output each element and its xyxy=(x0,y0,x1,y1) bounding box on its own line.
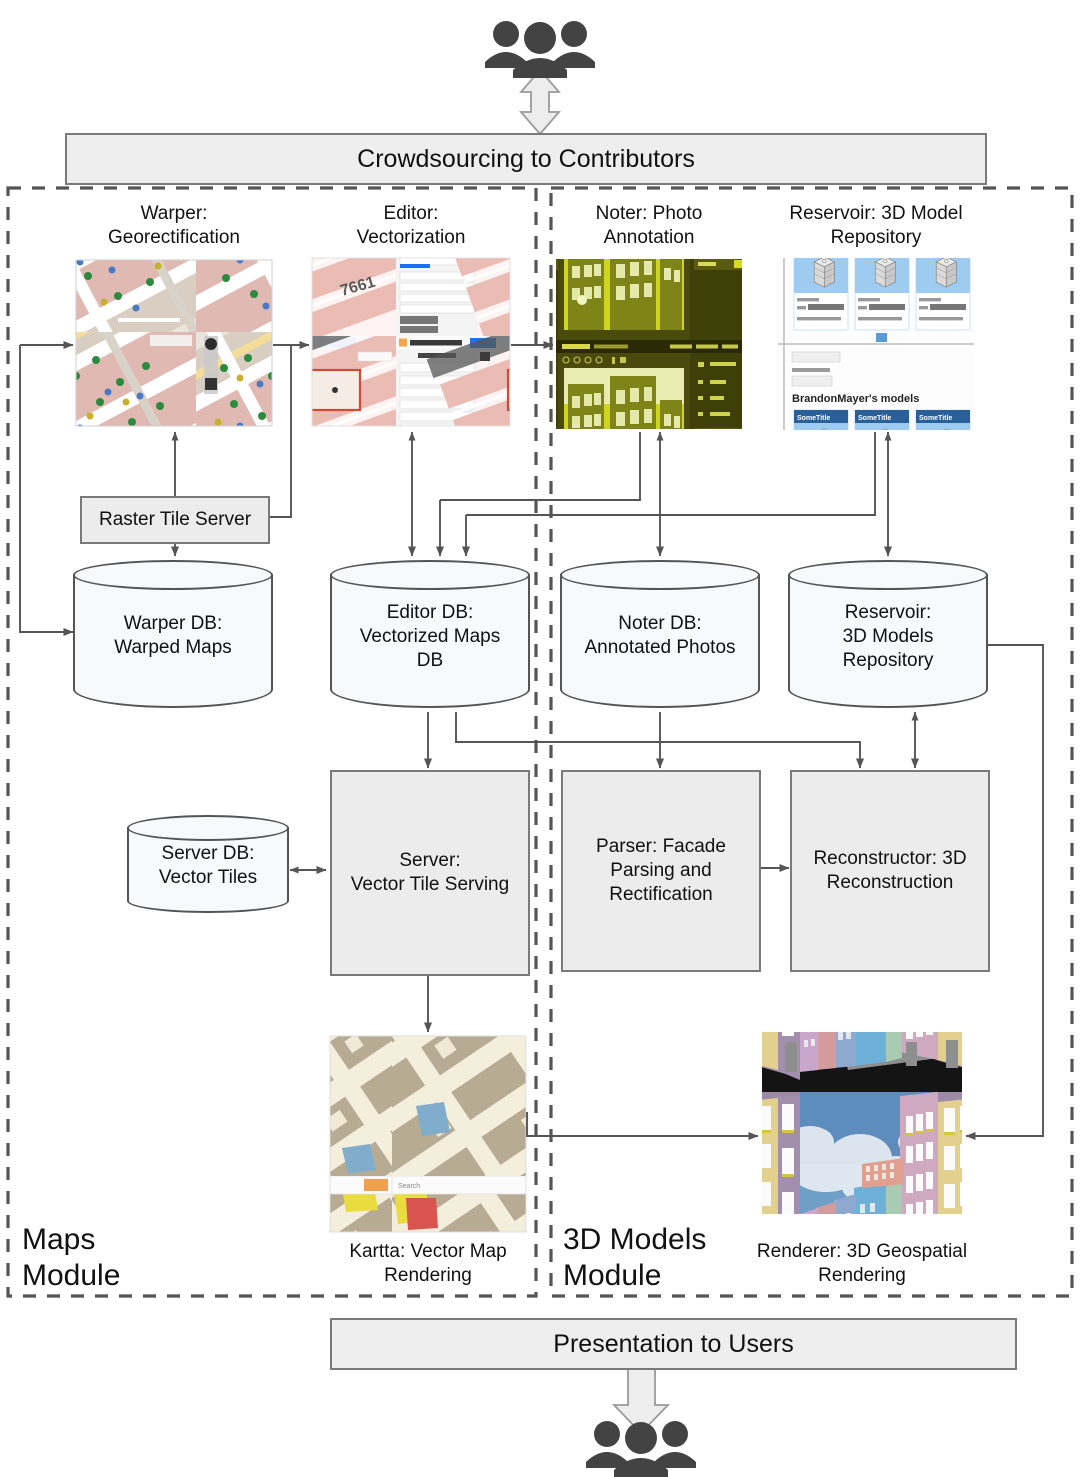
warper-db-line2: Warped Maps xyxy=(114,636,232,658)
renderer-screenshot xyxy=(762,1032,962,1214)
warper-caption-line2: Georectification xyxy=(107,227,240,248)
reservoir-caption: Reservoir: 3D Model Repository xyxy=(770,202,982,250)
presentation-bar: Presentation to Users xyxy=(330,1318,1017,1370)
architecture-diagram: 7661 xyxy=(0,0,1080,1477)
reservoir-caption-line2: Repository xyxy=(830,227,922,248)
noter-caption-line1: Noter: Photo xyxy=(595,203,703,224)
renderer-caption-line2: Rendering xyxy=(818,1265,906,1286)
reconstructor-box: Reconstructor: 3D Reconstruction xyxy=(790,770,990,972)
crowdsourcing-label: Crowdsourcing to Contributors xyxy=(357,144,695,173)
kartta-caption-line2: Rendering xyxy=(384,1265,472,1286)
noter-caption: Noter: Photo Annotation xyxy=(556,202,742,250)
noter-screenshot xyxy=(556,259,742,429)
reservoir-db-line3: Repository xyxy=(842,649,934,671)
editor-db-line2: Vectorized Maps xyxy=(359,625,501,647)
server-box-line1: Server: xyxy=(399,850,461,871)
editor-caption-line2: Vectorization xyxy=(356,227,466,248)
server-db-line1: Server DB: xyxy=(161,842,255,864)
parser-box-line2: Parsing and xyxy=(610,860,712,881)
renderer-caption-line1: Renderer: 3D Geospatial xyxy=(756,1241,968,1262)
double-arrow-vertical-icon xyxy=(519,68,561,136)
reconstructor-box-line1: Reconstructor: 3D xyxy=(813,848,967,869)
noter-caption-line2: Annotation xyxy=(603,227,695,248)
parser-box-line1: Parser: Facade xyxy=(596,836,726,857)
warper-screenshot xyxy=(75,259,273,427)
parser-box: Parser: Facade Parsing and Rectification xyxy=(561,770,761,972)
models3d-module-frame xyxy=(549,186,1074,1298)
maps-module-label: Maps Module xyxy=(22,1222,120,1294)
raster-tile-server-label: Raster Tile Server xyxy=(98,509,252,530)
reservoir-screenshot xyxy=(778,258,974,430)
maps-module-line2: Module xyxy=(22,1259,121,1292)
renderer-caption: Renderer: 3D Geospatial Rendering xyxy=(748,1240,976,1288)
maps-module-line1: Maps xyxy=(22,1223,96,1256)
reservoir-db: Reservoir: 3D Models Repository xyxy=(788,560,988,708)
presentation-label: Presentation to Users xyxy=(553,1329,794,1358)
kartta-caption: Kartta: Vector Map Rendering xyxy=(326,1240,530,1288)
kartta-caption-line1: Kartta: Vector Map xyxy=(349,1241,507,1262)
noter-db-line1: Noter DB: xyxy=(618,612,702,634)
reservoir-db-line2: 3D Models xyxy=(842,625,934,647)
raster-tile-server-box: Raster Tile Server xyxy=(80,496,270,544)
warper-caption-line1: Warper: xyxy=(140,203,208,224)
server-box: Server: Vector Tile Serving xyxy=(330,770,530,976)
server-db: Server DB: Vector Tiles xyxy=(127,815,289,913)
people-group-icon-bottom xyxy=(586,1421,696,1477)
models3d-module-label: 3D Models Module xyxy=(563,1222,706,1294)
crowdsourcing-bar: Crowdsourcing to Contributors xyxy=(65,133,987,185)
editor-db: Editor DB: Vectorized Maps DB xyxy=(330,560,530,708)
noter-db-line2: Annotated Photos xyxy=(584,636,736,658)
noter-db: Noter DB: Annotated Photos xyxy=(560,560,760,708)
warper-db-line1: Warper DB: xyxy=(123,612,223,634)
server-box-line2: Vector Tile Serving xyxy=(350,874,510,895)
kartta-screenshot xyxy=(329,1035,527,1233)
editor-caption: Editor: Vectorization xyxy=(312,202,510,250)
editor-db-line1: Editor DB: xyxy=(386,601,474,623)
editor-screenshot xyxy=(311,257,511,427)
editor-caption-line1: Editor: xyxy=(383,203,439,224)
people-group-icon-top xyxy=(485,21,595,78)
reservoir-caption-line1: Reservoir: 3D Model xyxy=(789,203,963,224)
maps-module-frame xyxy=(6,186,538,1298)
server-db-line2: Vector Tiles xyxy=(158,866,258,888)
models3d-module-line1: 3D Models xyxy=(563,1223,707,1256)
models3d-module-line2: Module xyxy=(563,1259,662,1292)
warper-caption: Warper: Georectification xyxy=(76,202,272,250)
arrow-down-icon xyxy=(611,1367,671,1435)
editor-db-line3: DB xyxy=(416,649,444,671)
reconstructor-box-line2: Reconstruction xyxy=(826,872,954,893)
parser-box-line3: Rectification xyxy=(609,884,713,905)
reservoir-db-line1: Reservoir: xyxy=(844,601,932,623)
warper-db: Warper DB: Warped Maps xyxy=(73,560,273,708)
